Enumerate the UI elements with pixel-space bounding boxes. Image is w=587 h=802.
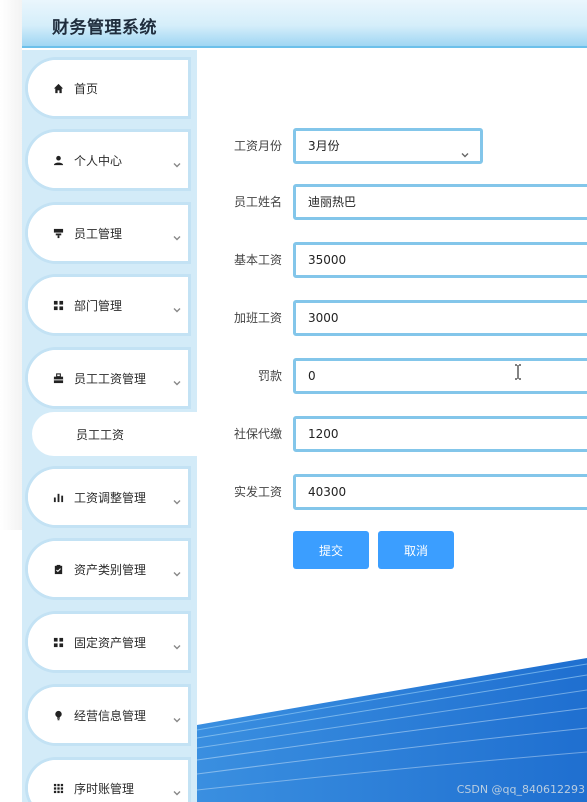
overtime-pay-value: 3000 (308, 311, 339, 325)
sidebar-item-asset-category[interactable]: 资产类别管理 (28, 541, 188, 597)
fine-value: 0 (308, 369, 316, 383)
sidebar-item-label: 个人中心 (74, 153, 123, 168)
sidebar-item-label: 员工管理 (74, 226, 123, 241)
net-salary-label: 实发工资 (233, 485, 282, 499)
chevron-down-icon (172, 155, 182, 168)
net-salary-value: 40300 (308, 485, 347, 499)
bar-chart-icon (52, 491, 64, 503)
sidebar: 首页 个人中心 员工管理 部门管理 员工工资管理 员工工资 工资调整管理 资产类… (22, 50, 198, 802)
form-row-overtime-pay: 加班工资 3000 (197, 300, 587, 336)
clipboard-check-icon (52, 563, 64, 575)
chevron-down-icon (172, 300, 182, 313)
watermark: CSDN @qq_840612293 (456, 783, 585, 796)
social-security-value: 1200 (308, 427, 339, 441)
sidebar-item-business-info[interactable]: 经营信息管理 (28, 687, 188, 743)
base-salary-value: 35000 (308, 253, 347, 267)
apps-icon (52, 782, 64, 794)
sidebar-item-employee-management[interactable]: 员工管理 (28, 205, 188, 261)
chevron-down-icon (172, 492, 182, 505)
chevron-down-icon (172, 564, 182, 577)
chevron-down-icon (172, 710, 182, 723)
main-content: 工资月份 3月份 员工姓名 迪丽热巴 基本工资 35000 加班工资 3000 … (197, 50, 587, 802)
form-row-net-salary: 实发工资 40300 (197, 474, 587, 510)
form-row-salary-month: 工资月份 3月份 (197, 128, 587, 164)
salary-month-select[interactable]: 3月份 (293, 128, 483, 164)
home-icon (52, 82, 64, 94)
sidebar-item-label: 工资调整管理 (74, 490, 147, 505)
sidebar-item-label: 部门管理 (74, 298, 123, 313)
sidebar-item-label: 首页 (74, 81, 99, 96)
sidebar-item-label: 固定资产管理 (74, 635, 147, 650)
sidebar-item-label: 序时账管理 (74, 781, 135, 796)
employee-name-label: 员工姓名 (233, 195, 282, 209)
net-salary-input[interactable]: 40300 (293, 474, 587, 510)
overtime-pay-input[interactable]: 3000 (293, 300, 587, 336)
grid-icon (52, 299, 64, 311)
social-security-label: 社保代缴 (233, 427, 282, 441)
user-icon (52, 154, 64, 166)
base-salary-input[interactable]: 35000 (293, 242, 587, 278)
form-row-fine: 罚款 0 (197, 358, 587, 394)
fine-label: 罚款 (257, 369, 282, 383)
employee-name-value: 迪丽热巴 (308, 195, 357, 209)
chevron-down-icon (172, 783, 182, 796)
sidebar-item-home[interactable]: 首页 (28, 60, 188, 116)
sidebar-item-department-management[interactable]: 部门管理 (28, 277, 188, 333)
sidebar-item-salary-management[interactable]: 员工工资管理 (28, 350, 188, 406)
app-header: 财务管理系统 (22, 0, 587, 48)
sidebar-item-label: 资产类别管理 (74, 562, 147, 577)
salary-month-value: 3月份 (308, 139, 340, 153)
briefcase-icon (52, 372, 64, 384)
left-gutter (0, 0, 22, 530)
sidebar-item-salary-adjustment[interactable]: 工资调整管理 (28, 469, 188, 525)
sidebar-item-fixed-assets[interactable]: 固定资产管理 (28, 614, 188, 670)
employee-icon (52, 227, 64, 239)
sidebar-item-journal-management[interactable]: 序时账管理 (28, 760, 188, 802)
decorative-wave (197, 658, 587, 802)
salary-month-label: 工资月份 (233, 139, 282, 153)
sidebar-item-personal-center[interactable]: 个人中心 (28, 132, 188, 188)
app-title: 财务管理系统 (52, 18, 157, 38)
cancel-button[interactable]: 取消 (378, 531, 454, 569)
base-salary-label: 基本工资 (233, 253, 282, 267)
sidebar-item-label: 员工工资管理 (74, 371, 147, 386)
submit-button[interactable]: 提交 (293, 531, 369, 569)
grid-icon (52, 636, 64, 648)
lightbulb-icon (52, 709, 64, 721)
form-row-employee-name: 员工姓名 迪丽热巴 (197, 184, 587, 220)
chevron-down-icon (172, 373, 182, 386)
text-cursor-icon (514, 364, 522, 380)
overtime-pay-label: 加班工资 (233, 311, 282, 325)
sidebar-subitem-employee-salary[interactable]: 员工工资 (32, 412, 198, 456)
social-security-input[interactable]: 1200 (293, 416, 587, 452)
chevron-down-icon (172, 228, 182, 241)
chevron-down-icon (172, 637, 182, 650)
employee-name-input[interactable]: 迪丽热巴 (293, 184, 587, 220)
fine-input[interactable]: 0 (293, 358, 587, 394)
form-row-base-salary: 基本工资 35000 (197, 242, 587, 278)
sidebar-item-label: 经营信息管理 (74, 708, 147, 723)
chevron-down-icon (460, 141, 470, 158)
form-row-social-security: 社保代缴 1200 (197, 416, 587, 452)
sidebar-subitem-label: 员工工资 (76, 427, 125, 442)
